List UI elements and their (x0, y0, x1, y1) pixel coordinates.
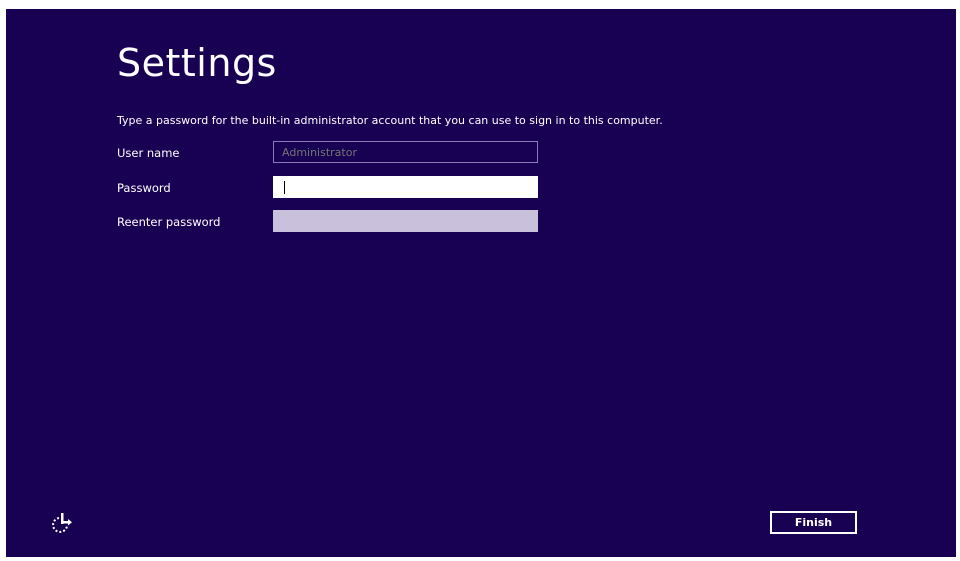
ease-of-access-icon (52, 513, 72, 533)
password-field[interactable] (273, 176, 538, 198)
instruction-text: Type a password for the built-in adminis… (117, 114, 663, 127)
reenter-password-label: Reenter password (117, 215, 221, 229)
page-title: Settings (117, 41, 277, 85)
username-field (273, 141, 538, 163)
password-label: Password (117, 181, 171, 195)
text-cursor (284, 181, 285, 194)
ease-of-access-button[interactable] (50, 509, 76, 535)
reenter-password-field[interactable] (273, 210, 538, 232)
finish-button[interactable]: Finish (770, 511, 857, 534)
setup-window: Settings Type a password for the built-i… (6, 9, 956, 557)
username-label: User name (117, 146, 180, 160)
